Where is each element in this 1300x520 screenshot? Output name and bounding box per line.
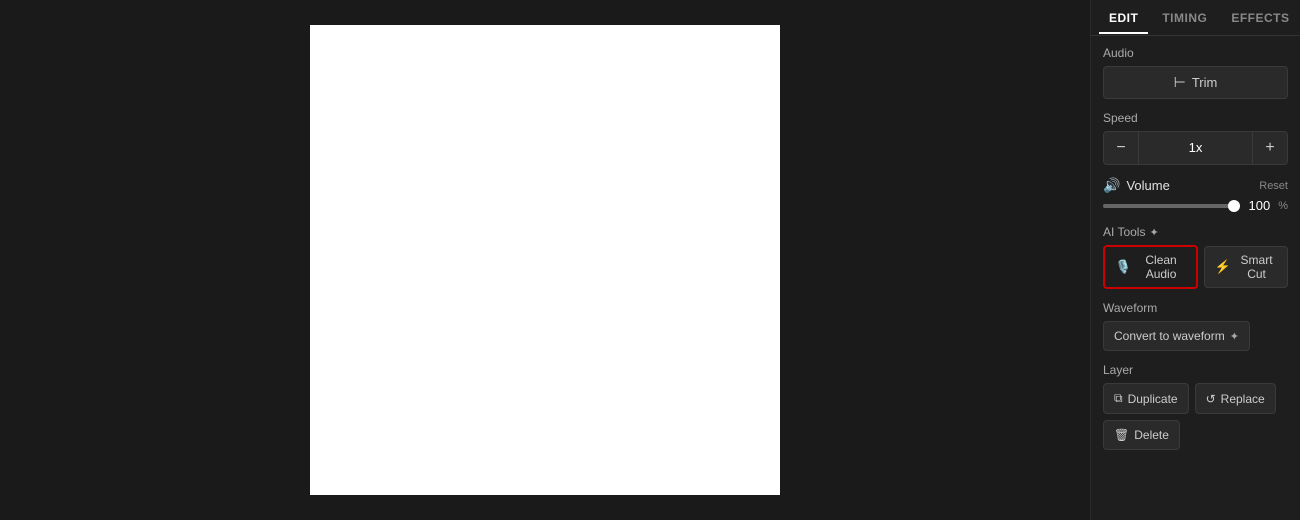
convert-label: Convert to waveform	[1114, 329, 1225, 343]
tab-effects[interactable]: EFFECTS	[1221, 3, 1299, 33]
volume-reset-button[interactable]: Reset	[1259, 180, 1288, 192]
waveform-section: Waveform Convert to waveform ✦	[1103, 301, 1288, 351]
replace-button[interactable]: ↺ Replace	[1195, 383, 1276, 414]
layer-row-1: ⧉ Duplicate ↺ Replace	[1103, 383, 1288, 414]
ai-tools-section: AI Tools ✦ 🎙️ Clean Audio ⚡ Smart Cut	[1103, 225, 1288, 289]
duplicate-button[interactable]: ⧉ Duplicate	[1103, 383, 1189, 414]
waveform-label: Waveform	[1103, 301, 1288, 315]
speed-decrease-button[interactable]: −	[1104, 132, 1138, 164]
volume-percent: %	[1278, 200, 1288, 212]
volume-slider[interactable]	[1103, 204, 1234, 208]
tab-timing[interactable]: TIMING	[1152, 3, 1217, 33]
delete-button[interactable]: 🗑 Delete	[1103, 420, 1180, 450]
audio-section: Audio ⊢ Trim	[1103, 46, 1288, 99]
layer-label: Layer	[1103, 363, 1288, 377]
tabs-bar: EDIT TIMING EFFECTS	[1091, 0, 1300, 36]
white-canvas	[310, 25, 780, 495]
speed-increase-button[interactable]: +	[1253, 132, 1287, 164]
clean-audio-button[interactable]: 🎙️ Clean Audio	[1103, 245, 1198, 289]
replace-label: Replace	[1221, 392, 1265, 406]
tab-edit[interactable]: EDIT	[1099, 3, 1148, 33]
clean-audio-icon: 🎙️	[1115, 259, 1131, 275]
trim-label: Trim	[1192, 75, 1218, 90]
sparkle-icon: ✦	[1149, 226, 1158, 239]
audio-label: Audio	[1103, 46, 1288, 60]
volume-slider-row: 100 %	[1103, 198, 1288, 213]
volume-section: 🔊 Volume Reset 100 %	[1103, 177, 1288, 213]
duplicate-label: Duplicate	[1128, 392, 1178, 406]
replace-icon: ↺	[1206, 392, 1216, 406]
ai-tools-buttons: 🎙️ Clean Audio ⚡ Smart Cut	[1103, 245, 1288, 289]
speed-section: Speed − 1x +	[1103, 111, 1288, 165]
canvas-area	[0, 0, 1090, 520]
volume-header: 🔊 Volume Reset	[1103, 177, 1288, 194]
speed-controls: − 1x +	[1103, 131, 1288, 165]
volume-value: 100	[1242, 198, 1270, 213]
volume-label: Volume	[1126, 178, 1169, 193]
speed-label: Speed	[1103, 111, 1288, 125]
trim-button[interactable]: ⊢ Trim	[1103, 66, 1288, 99]
panel-body: Audio ⊢ Trim Speed − 1x + 🔊 Volume Reset	[1091, 36, 1300, 460]
smart-cut-label: Smart Cut	[1236, 253, 1277, 281]
layer-section: Layer ⧉ Duplicate ↺ Replace 🗑 Delete	[1103, 363, 1288, 450]
volume-label-group: 🔊 Volume	[1103, 177, 1170, 194]
ai-tools-text: AI Tools	[1103, 225, 1145, 239]
trim-icon: ⊢	[1174, 74, 1186, 91]
convert-sparkle-icon: ✦	[1230, 330, 1239, 343]
volume-thumb	[1228, 200, 1240, 212]
convert-waveform-button[interactable]: Convert to waveform ✦	[1103, 321, 1250, 351]
volume-icon: 🔊	[1103, 177, 1120, 194]
volume-track	[1103, 204, 1234, 208]
duplicate-icon: ⧉	[1114, 391, 1123, 406]
smart-cut-button[interactable]: ⚡ Smart Cut	[1204, 246, 1288, 288]
right-panel: EDIT TIMING EFFECTS Audio ⊢ Trim Speed −…	[1090, 0, 1300, 520]
ai-tools-label: AI Tools ✦	[1103, 225, 1288, 239]
delete-label: Delete	[1134, 428, 1169, 442]
delete-icon: 🗑	[1114, 428, 1129, 442]
speed-value: 1x	[1138, 132, 1253, 164]
smart-cut-icon: ⚡	[1215, 259, 1231, 275]
clean-audio-label: Clean Audio	[1136, 253, 1186, 281]
